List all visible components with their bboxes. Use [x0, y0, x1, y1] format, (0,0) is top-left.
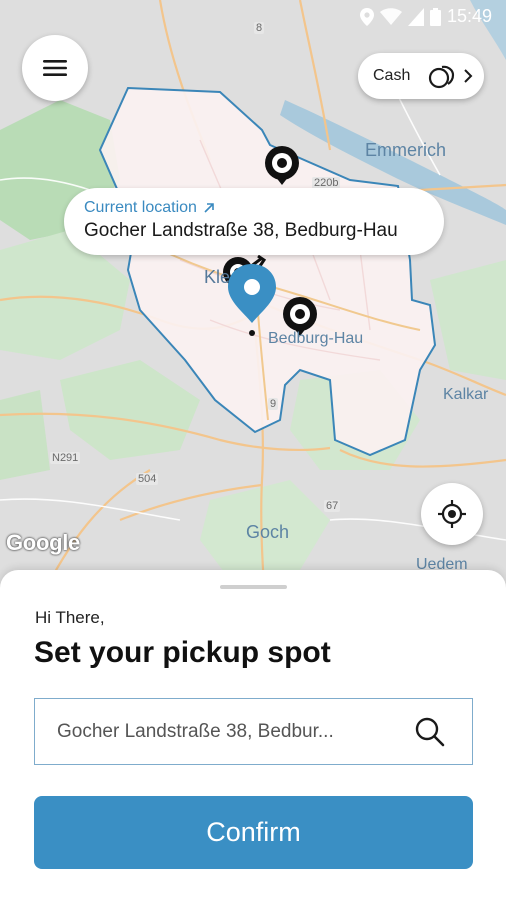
payment-method-label: Cash: [373, 67, 411, 84]
battery-icon: [429, 7, 441, 26]
payment-method-button[interactable]: Cash: [358, 53, 484, 99]
sheet-drag-handle[interactable]: [220, 585, 287, 589]
map-label-kleve: Kle: [204, 267, 231, 287]
status-bar: 15:49: [0, 0, 506, 34]
map-label-emmerich: Emmerich: [365, 140, 447, 160]
crosshair-icon: [438, 500, 466, 528]
road-label-67: 67: [324, 500, 341, 512]
pickup-search-value: Gocher Landstraße 38, Bedbur...: [57, 720, 334, 742]
arrow-up-right-icon: [204, 203, 214, 213]
status-time: 15:49: [446, 6, 492, 26]
location-icon: [359, 7, 374, 26]
current-location-address: Gocher Landstraße 38, Bedburg-Hau: [84, 220, 398, 241]
map-label-goch: Goch: [246, 522, 290, 542]
confirm-button-label: Confirm: [206, 817, 301, 847]
map-label-kalkar: Kalkar: [443, 386, 489, 403]
current-location-bubble[interactable]: Current location Gocher Landstraße 38, B…: [64, 188, 444, 255]
hamburger-menu-icon: [43, 60, 67, 76]
signal-icon: [407, 7, 424, 26]
road-label-n291: N291: [50, 452, 81, 464]
google-attribution: Google: [6, 530, 80, 555]
pickup-search-input[interactable]: Gocher Landstraße 38, Bedbur...: [34, 698, 473, 765]
sheet-title: Set your pickup spot: [34, 636, 331, 669]
confirm-button[interactable]: Confirm: [34, 796, 473, 869]
pickup-bottom-sheet: Hi There, Set your pickup spot Gocher La…: [0, 570, 506, 900]
coins-icon: [429, 65, 455, 89]
map-label-bedburg: Bedburg-Hau: [268, 330, 364, 347]
menu-button[interactable]: [22, 35, 88, 101]
locate-me-button[interactable]: [421, 483, 483, 545]
chevron-right-icon: [464, 69, 473, 83]
search-icon[interactable]: [414, 716, 446, 748]
current-location-caption: Current location: [84, 199, 197, 216]
wifi-icon: [379, 7, 402, 25]
road-label-9: 9: [268, 398, 279, 410]
road-label-504: 504: [136, 473, 159, 485]
greeting-text: Hi There,: [35, 608, 105, 627]
